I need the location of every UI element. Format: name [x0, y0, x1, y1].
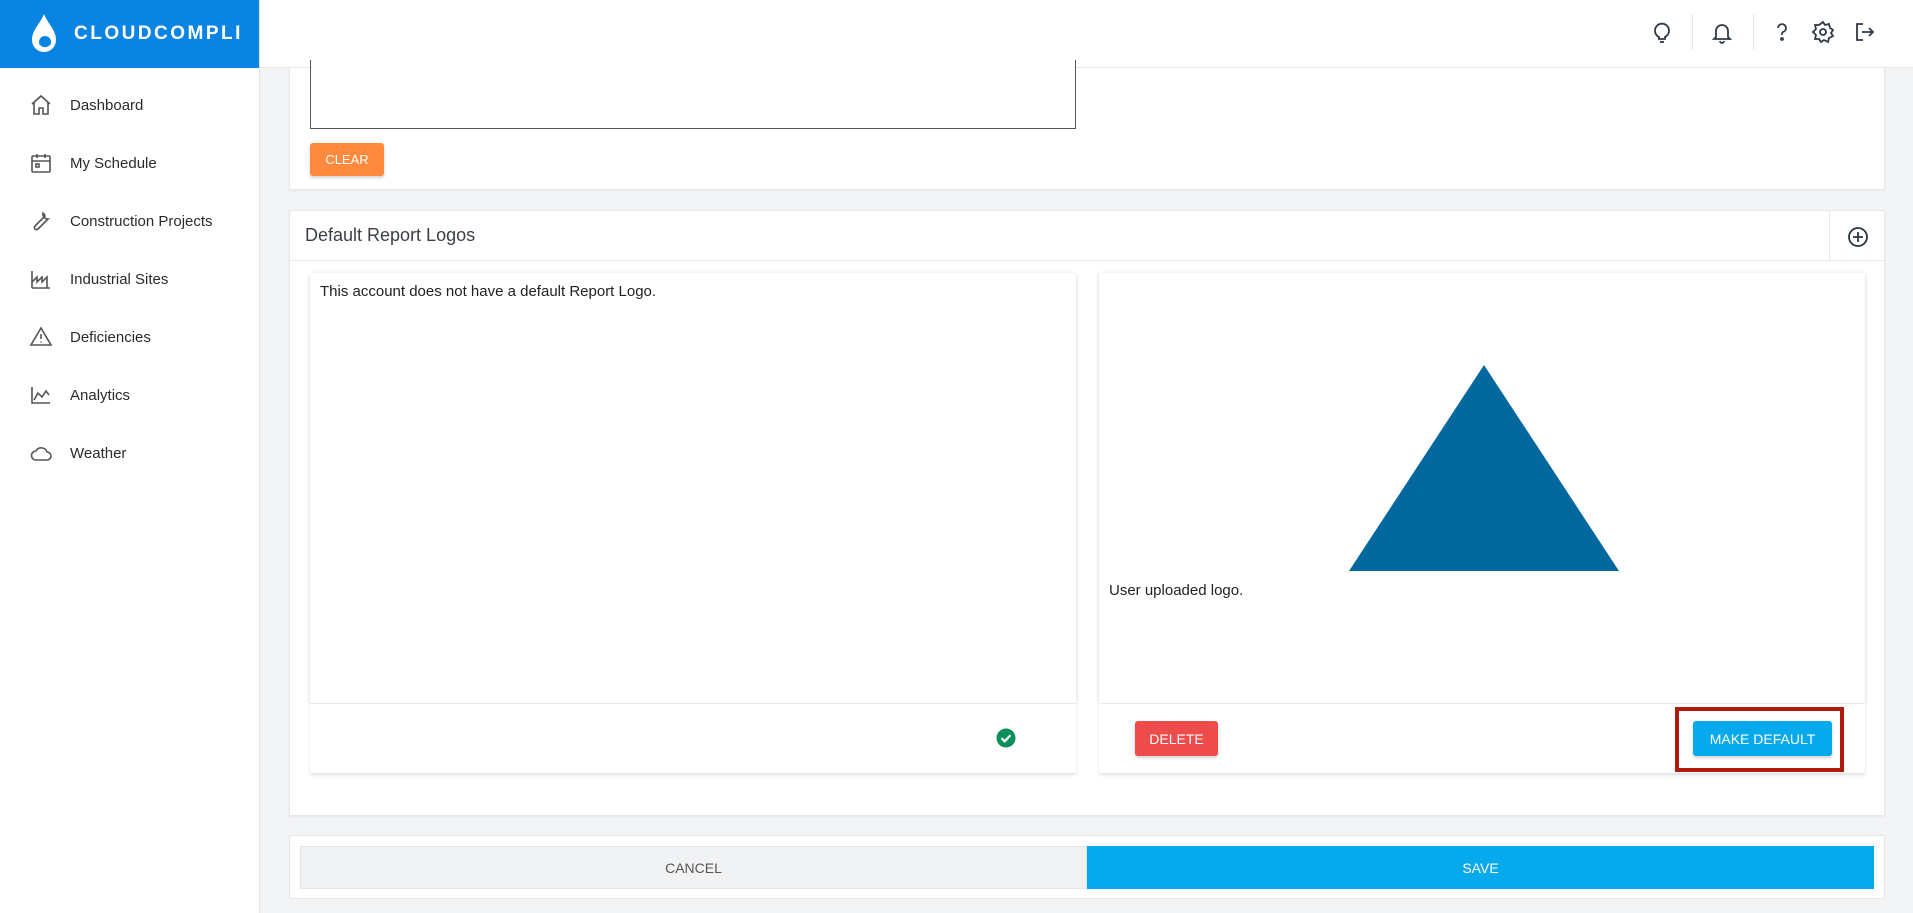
sidebar-item-label: Construction Projects	[70, 212, 213, 230]
default-logo-panel: This account does not have a default Rep…	[310, 273, 1076, 703]
sidebar-item-my-schedule[interactable]: My Schedule	[0, 134, 259, 192]
sidebar-nav: Dashboard My Schedule Construction Proje…	[0, 68, 259, 482]
clear-button[interactable]: CLEAR	[310, 143, 384, 176]
brand-name: CLOUDCOMPLI	[74, 23, 243, 44]
uploaded-logo-image	[1349, 365, 1619, 571]
logout-icon[interactable]	[1849, 16, 1881, 48]
plus-circle-icon	[1848, 227, 1868, 247]
cancel-button[interactable]: CANCEL	[300, 846, 1087, 889]
sidebar-item-label: Industrial Sites	[70, 270, 169, 288]
sidebar-item-deficiencies[interactable]: Deficiencies	[0, 308, 259, 366]
delete-button[interactable]: DELETE	[1135, 721, 1218, 756]
home-icon	[28, 92, 54, 118]
help-icon[interactable]	[1766, 16, 1798, 48]
divider	[290, 260, 1884, 261]
sidebar-item-label: Deficiencies	[70, 328, 151, 346]
warning-icon	[28, 324, 54, 350]
no-default-logo-message: This account does not have a default Rep…	[320, 283, 657, 300]
sidebar-item-industrial-sites[interactable]: Industrial Sites	[0, 250, 259, 308]
brand-logo[interactable]: CLOUDCOMPLI	[0, 0, 259, 68]
gear-icon[interactable]	[1807, 16, 1839, 48]
sidebar: CLOUDCOMPLI Dashboard My Schedule Constr…	[0, 0, 260, 913]
header-divider	[1829, 211, 1830, 260]
sidebar-item-analytics[interactable]: Analytics	[0, 366, 259, 424]
sidebar-item-label: Dashboard	[70, 96, 144, 114]
header-divider	[1753, 14, 1754, 50]
factory-icon	[28, 266, 54, 292]
cloud-icon	[28, 440, 54, 466]
sidebar-item-dashboard[interactable]: Dashboard	[0, 76, 259, 134]
calendar-icon	[28, 150, 54, 176]
sidebar-item-label: My Schedule	[70, 154, 157, 172]
signature-pad[interactable]	[310, 60, 1076, 129]
top-header	[260, 0, 1913, 68]
sidebar-item-label: Analytics	[70, 386, 131, 404]
section-title: Default Report Logos	[305, 225, 476, 245]
make-default-button[interactable]: MAKE DEFAULT	[1693, 721, 1832, 756]
sidebar-item-label: Weather	[70, 444, 127, 462]
lightbulb-icon[interactable]	[1646, 16, 1678, 48]
save-button[interactable]: SAVE	[1087, 846, 1874, 889]
bell-icon[interactable]	[1706, 16, 1738, 48]
form-actions: CANCEL SAVE	[289, 835, 1885, 899]
area-chart-icon	[28, 382, 54, 408]
drop-logo-icon	[32, 14, 56, 52]
default-logo-footer	[310, 703, 1076, 773]
sidebar-item-weather[interactable]: Weather	[0, 424, 259, 482]
add-logo-button[interactable]	[1844, 223, 1872, 251]
wrench-icon	[28, 208, 54, 234]
check-circle-icon	[996, 728, 1016, 748]
uploaded-logo-footer: DELETE MAKE DEFAULT	[1099, 703, 1865, 773]
sidebar-item-construction-projects[interactable]: Construction Projects	[0, 192, 259, 250]
default-report-logos-card: Default Report Logos This account does n…	[289, 210, 1885, 816]
header-divider	[1692, 14, 1693, 50]
uploaded-logo-panel: User uploaded logo.	[1099, 273, 1865, 703]
uploaded-logo-caption: User uploaded logo.	[1109, 582, 1244, 599]
